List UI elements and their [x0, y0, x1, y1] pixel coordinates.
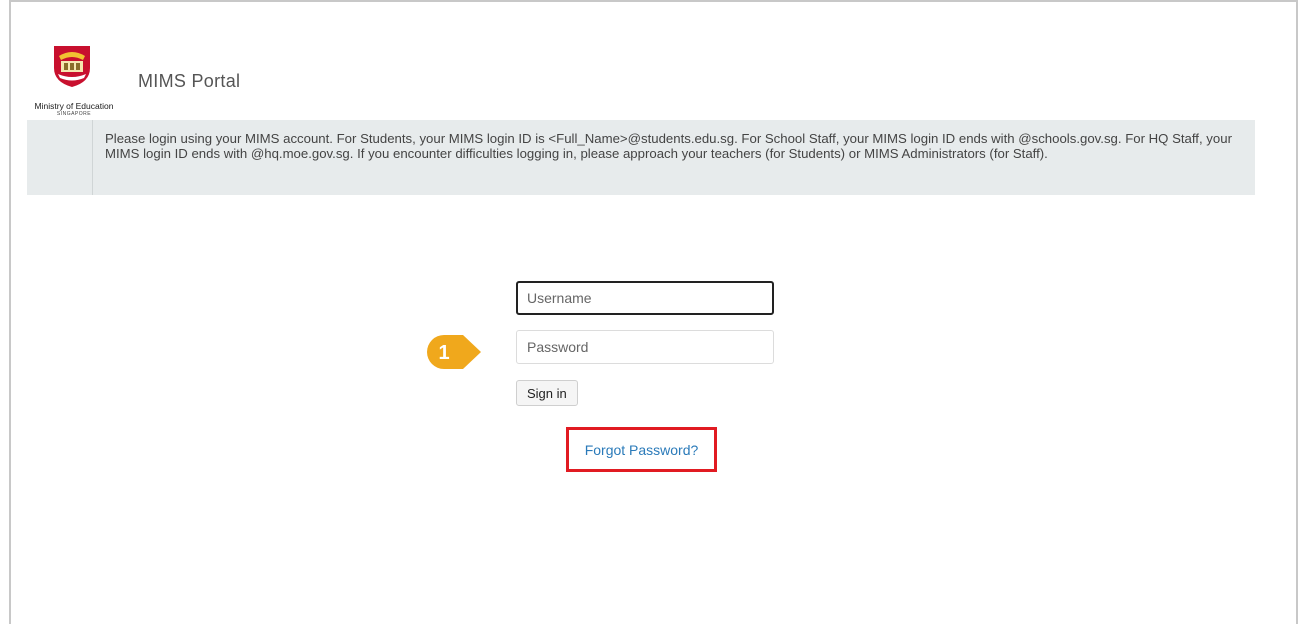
login-notice: Please login using your MIMS account. Fo…: [27, 120, 1255, 195]
signin-button[interactable]: Sign in: [516, 380, 578, 406]
logo-subtext: SINGAPORE: [56, 111, 92, 117]
forgot-password-highlight: Forgot Password?: [566, 427, 717, 472]
moe-logo: Ministry of Education SINGAPORE: [28, 44, 120, 120]
step-marker-icon: 1: [427, 335, 481, 369]
moe-crest-icon: [54, 46, 90, 87]
logo-text: Ministry of Education: [34, 101, 114, 111]
username-input[interactable]: [516, 281, 774, 315]
forgot-password-link[interactable]: Forgot Password?: [569, 430, 714, 469]
notice-text: Please login using your MIMS account. Fo…: [105, 131, 1232, 161]
page-title: MIMS Portal: [138, 71, 241, 91]
step-number: 1: [438, 342, 449, 364]
page-header: Ministry of Education SINGAPORE MIMS Por…: [28, 40, 1258, 118]
notice-side-bar: [27, 120, 93, 195]
password-input[interactable]: [516, 330, 774, 364]
